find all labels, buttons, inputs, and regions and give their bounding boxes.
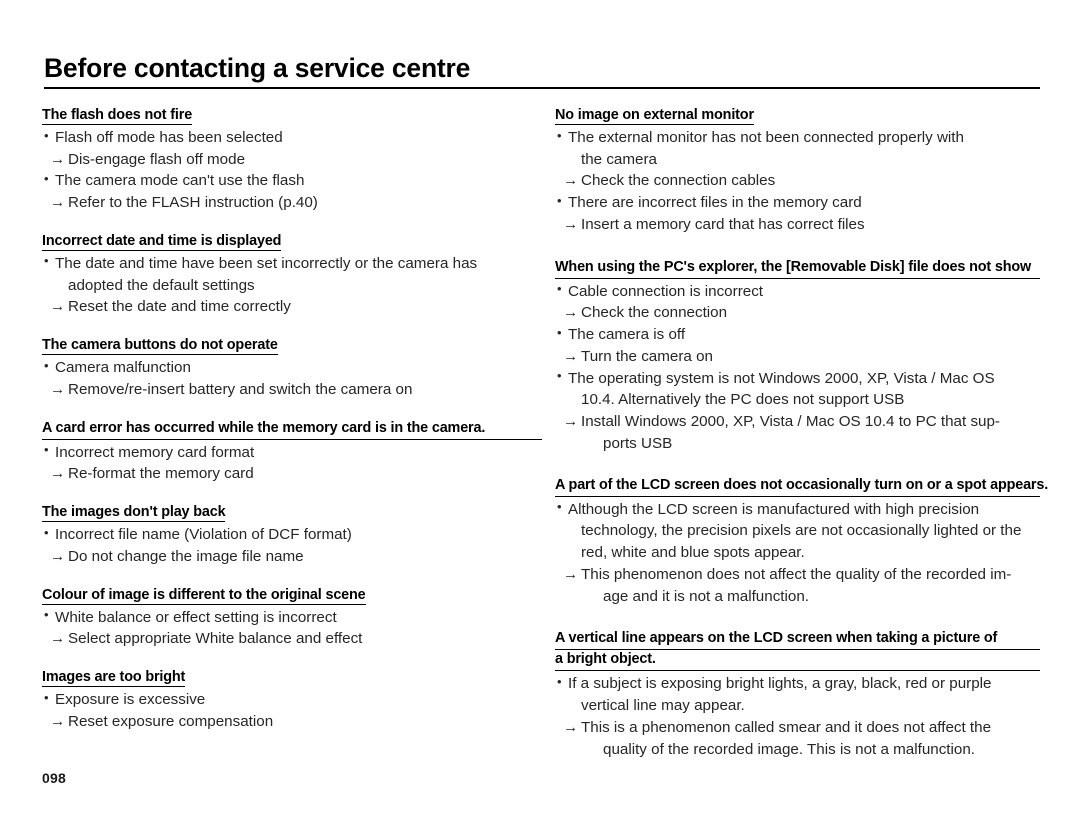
troubleshooting-section: A vertical line appears on the LCD scree… [555,629,1040,760]
document-page: Before contacting a service centre The f… [0,0,1080,815]
cause-bullet: The operating system is not Windows 2000… [555,367,1040,390]
section-heading-when-using-the-pc-s-explorer-the-removable-disk-: When using the PC's explorer, the [Remov… [555,258,1040,279]
section-heading-text: Colour of image is different to the orig… [42,586,366,605]
wrapped-line: red, white and blue spots appear. [581,544,805,562]
section-heading-line: a bright object. [555,650,1040,672]
section-heading-a-vertical-line-appears-on-the-lcd-screen-when-t: A vertical line appears on the LCD scree… [555,629,1040,672]
section-heading-text: When using the PC's explorer, the [Remov… [555,258,1040,279]
page-header: Before contacting a service centre [44,54,1040,89]
remedy-arrow: This is a phenomenon called smear and it… [555,717,1040,739]
troubleshooting-section: Images are too brightExposure is excessi… [42,668,542,732]
remedy-arrow: Check the connection [555,302,1040,324]
page-number: 098 [42,770,66,786]
section-heading-a-card-error-has-occurred-while-the-memory-card-: A card error has occurred while the memo… [42,419,542,440]
remedy-arrow: Reset the date and time correctly [42,296,542,318]
wrapped-line: technology, the precision pixels are not… [581,522,1022,540]
cause-bullet: Incorrect memory card format [42,441,542,464]
wrapped-line: adopted the default settings [68,276,255,294]
wrapped-line: age and it is not a malfunction. [603,587,810,605]
remedy-arrow: Check the connection cables [555,170,1040,192]
cause-bullet: Camera malfunction [42,357,542,379]
troubleshooting-section: The flash does not fire Flash off mode ha… [42,106,542,214]
cause-bullet: Cable connection is incorrect [555,280,1040,303]
section-heading-text: A card error has occurred while the memo… [42,419,542,440]
section-heading-no-image-on-external-monitor: No image on external monitor [555,106,1040,125]
wrapped-line: 10.4. Alternatively the PC does not supp… [581,391,905,409]
remedy-arrow: Reset exposure compensation [42,711,542,733]
remedy-arrow: Re-format the memory card [42,463,542,485]
right-column: No image on external monitor The external… [555,106,1048,760]
section-heading-colour-of-image-is-different-to-the-original-sce: Colour of image is different to the orig… [42,586,542,605]
cause-bullet: Flash off mode has been selected [42,127,542,149]
cause-bullet: Incorrect file name (Violation of DCF fo… [42,524,542,546]
remedy-arrow: Remove/re-insert battery and switch the … [42,379,542,401]
section-heading-line: A vertical line appears on the LCD scree… [555,629,1040,651]
troubleshooting-section: The camera buttons do not operateCamera … [42,336,542,400]
header-divider [44,86,1040,89]
wrapped-line: ports USB [603,434,673,452]
left-column: The flash does not fire Flash off mode ha… [42,106,542,733]
section-heading-images-are-too-bright: Images are too bright [42,668,542,688]
remedy-arrow: Turn the camera on [555,346,1040,368]
section-heading-the-camera-buttons-do-not-operate: The camera buttons do not operate [42,336,542,356]
section-heading-a-part-of-the-lcd-screen-does-not-occasionally-t: A part of the LCD screen does not occasi… [555,476,1048,497]
section-heading-the-flash-does-not-fire: The flash does not fire [42,106,542,125]
cause-bullet: The date and time have been set incorrec… [42,252,542,275]
troubleshooting-section: A card error has occurred while the memo… [42,419,542,485]
cause-bullet: The camera is off [555,324,1040,346]
section-heading-incorrect-date-and-time-is-displayed: Incorrect date and time is displayed [42,232,542,251]
section-heading-text: The images don't play back [42,504,226,523]
cause-bullet: There are incorrect files in the memory … [555,192,1040,214]
cause-bullet: Exposure is excessive [42,689,542,711]
remedy-arrow: Install Windows 2000, XP, Vista / Mac OS… [555,411,1040,433]
wrapped-line: vertical line may appear. [581,697,745,715]
section-heading-text: No image on external monitor [555,107,754,125]
remedy-arrow: Select appropriate White balance and eff… [42,628,542,650]
cause-bullet: The camera mode can't use the flash [42,170,542,192]
section-heading-the-images-don-t-play-back: The images don't play back [42,503,542,523]
troubleshooting-section: When using the PC's explorer, the [Remov… [555,258,1040,455]
cause-bullet: Although the LCD screen is manufactured … [555,498,1040,521]
remedy-arrow: Dis-engage flash off mode [42,149,542,171]
cause-bullet: The external monitor has not been connec… [555,127,1040,149]
troubleshooting-section: Incorrect date and time is displayedThe … [42,232,542,318]
wrapped-line: the camera [581,150,657,168]
cause-bullet: White balance or effect setting is incor… [42,606,542,629]
troubleshooting-section: No image on external monitor The external… [555,106,1040,236]
troubleshooting-section: A part of the LCD screen does not occasi… [555,476,1048,608]
section-heading-text: Images are too bright [42,669,186,688]
section-heading-text: Incorrect date and time is displayed [42,232,282,251]
remedy-arrow: Refer to the FLASH instruction (p.40) [42,192,542,214]
troubleshooting-section: Colour of image is different to the orig… [42,586,542,650]
remedy-arrow: This phenomenon does not affect the qual… [555,564,1040,586]
remedy-arrow: Do not change the image file name [42,546,542,568]
section-heading-text: A part of the LCD screen does not occasi… [555,476,1048,497]
wrapped-line: quality of the recorded image. This is n… [603,740,976,758]
troubleshooting-section: The images don't play backIncorrect file… [42,503,542,567]
section-heading-text: The camera buttons do not operate [42,337,278,356]
remedy-arrow: Insert a memory card that has correct fi… [555,214,1040,236]
section-heading-text: The flash does not fire [42,107,193,125]
page-title: Before contacting a service centre [44,53,471,83]
cause-bullet: If a subject is exposing bright lights, … [555,673,1040,695]
